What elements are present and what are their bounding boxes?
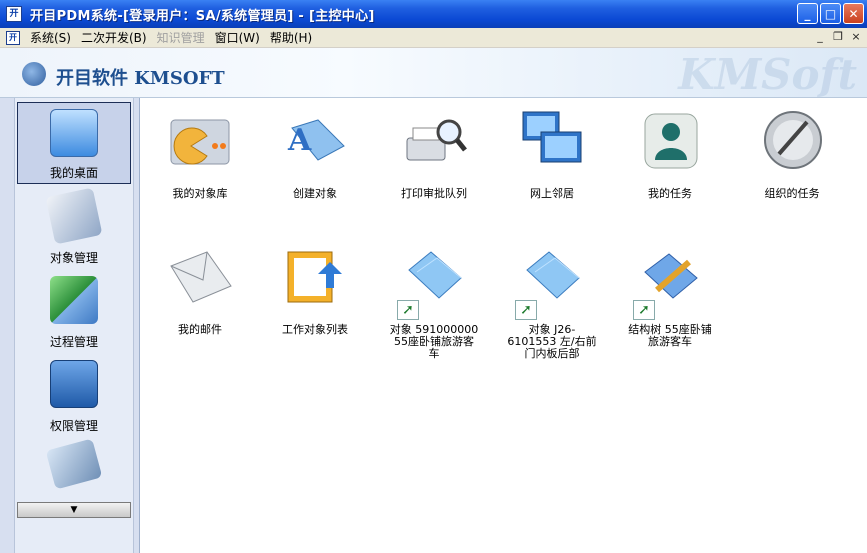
mdi-restore-button[interactable]: ❐ <box>831 30 845 44</box>
process-manage-icon <box>50 276 98 324</box>
sidebar-item-my-desktop[interactable]: 我的桌面 <box>17 102 131 184</box>
sidebar-item-process-manage[interactable]: 过程管理 <box>17 270 131 352</box>
mdi-minimize-button[interactable]: _ <box>813 30 827 44</box>
window-title: 开目PDM系统-[登录用户：SA/系统管理员] - [主控中心] <box>30 8 375 24</box>
structure-tree-icon: ➚ <box>633 242 707 320</box>
title-bar[interactable]: 开 开目PDM系统-[登录用户：SA/系统管理员] - [主控中心] _ □ ✕ <box>0 0 867 28</box>
app-logo-icon[interactable]: 开 <box>6 6 22 22</box>
menu-window[interactable]: 窗口(W) <box>215 29 260 46</box>
close-button[interactable]: ✕ <box>843 3 864 24</box>
maximize-button[interactable]: □ <box>820 3 841 24</box>
desktop-item-label: 我的对象库 <box>172 187 228 200</box>
desktop-item-label: 工作对象列表 <box>282 323 348 336</box>
work-object-list-icon <box>278 242 352 316</box>
desktop-item-work-object-list[interactable]: 工作对象列表 <box>256 242 374 336</box>
desktop-item-label: 我的邮件 <box>178 323 222 336</box>
desktop-item-structure-tree[interactable]: ➚ 结构树 55座卧铺 旅游客车 <box>611 242 729 348</box>
banner-title: 开目软件 KMSOFT <box>56 68 225 89</box>
sidebar-item-label: 对象管理 <box>49 251 98 265</box>
desktop-icon <box>50 109 98 157</box>
org-task-icon <box>755 106 829 180</box>
desktop-item-label: 打印审批队列 <box>401 187 467 200</box>
shortcut-arrow-icon: ➚ <box>515 300 537 320</box>
user-task-icon <box>633 106 707 180</box>
shortcut-arrow-icon: ➚ <box>397 300 419 320</box>
desktop-item-my-mail[interactable]: 我的邮件 <box>141 242 259 336</box>
mdi-close-button[interactable]: × <box>849 30 863 44</box>
desktop-item-create-object[interactable]: A 创建对象 <box>256 106 374 200</box>
tablet-icon <box>45 438 103 490</box>
sidebar: 我的桌面 对象管理 过程管理 权限管理 ▼ <box>0 98 140 553</box>
printer-magnifier-icon <box>397 106 471 180</box>
menu-bar: 开 系统(S) 二次开发(B) 知识管理 窗口(W) 帮助(H) _ ❐ × <box>0 28 867 48</box>
create-object-folder-icon: A <box>278 106 352 180</box>
network-neighbor-icon <box>515 106 589 180</box>
desktop-item-label: 我的任务 <box>648 187 692 200</box>
brand-banner: KMSoft 开目软件 KMSOFT <box>0 48 867 98</box>
menu-help[interactable]: 帮助(H) <box>270 29 312 46</box>
svg-text:A: A <box>287 123 312 158</box>
desktop-item-label: 结构树 55座卧铺 旅游客车 <box>628 323 712 348</box>
document-icon[interactable]: 开 <box>6 30 20 45</box>
menu-system[interactable]: 系统(S) <box>30 29 71 46</box>
desktop-item-label: 网上邻居 <box>530 187 574 200</box>
desktop-item-org-task[interactable]: 组织的任务 <box>733 106 851 200</box>
sidebar-item-label: 过程管理 <box>49 335 98 349</box>
permission-manage-icon <box>50 360 98 408</box>
desktop-item-print-approval-queue[interactable]: 打印审批队列 <box>375 106 493 200</box>
sidebar-item-label: 我的桌面 <box>49 166 98 180</box>
object-manage-icon <box>45 187 103 245</box>
desktop-item-label: 对象 J26- 6101553 左/右前 门内板后部 <box>507 323 597 360</box>
sidebar-item-tablet[interactable] <box>17 438 131 498</box>
desktop-item-my-object-library[interactable]: 我的对象库 <box>141 106 259 200</box>
desktop-area: 我的对象库 A 创建对象 打印审批队列 网上邻居 我的任务 组织的任务 我的邮件… <box>141 98 867 553</box>
pacman-folder-icon <box>163 106 237 180</box>
sidebar-item-permission-manage[interactable]: 权限管理 <box>17 354 131 436</box>
sidebar-item-object-manage[interactable]: 对象管理 <box>17 186 131 268</box>
menu-knowledge-management[interactable]: 知识管理 <box>157 29 205 46</box>
shortcut-arrow-icon: ➚ <box>633 300 655 320</box>
desktop-item-label: 创建对象 <box>293 187 337 200</box>
desktop-item-label: 组织的任务 <box>764 187 820 200</box>
sidebar-item-label: 权限管理 <box>49 419 98 433</box>
desktop-item-my-task[interactable]: 我的任务 <box>611 106 729 200</box>
sidebar-panel: 我的桌面 对象管理 过程管理 权限管理 ▼ <box>14 98 134 553</box>
desktop-item-label: 对象 591000000 55座卧铺旅游客 车 <box>389 323 479 360</box>
kmsoft-logo-icon <box>22 62 46 86</box>
desktop-item-network-neighbor[interactable]: 网上邻居 <box>493 106 611 200</box>
sidebar-scroll-down-button[interactable]: ▼ <box>17 502 131 518</box>
menu-secondary-development[interactable]: 二次开发(B) <box>81 29 147 46</box>
banner-watermark: KMSoft <box>678 50 857 98</box>
mail-envelope-icon <box>163 242 237 316</box>
minimize-button[interactable]: _ <box>797 3 818 24</box>
desktop-item-object-j26[interactable]: ➚ 对象 J26- 6101553 左/右前 门内板后部 <box>493 242 611 360</box>
chevron-down-icon: ▼ <box>70 505 78 515</box>
folder-icon: ➚ <box>515 242 589 320</box>
desktop-item-object-591000000[interactable]: ➚ 对象 591000000 55座卧铺旅游客 车 <box>375 242 493 360</box>
folder-icon: ➚ <box>397 242 471 320</box>
